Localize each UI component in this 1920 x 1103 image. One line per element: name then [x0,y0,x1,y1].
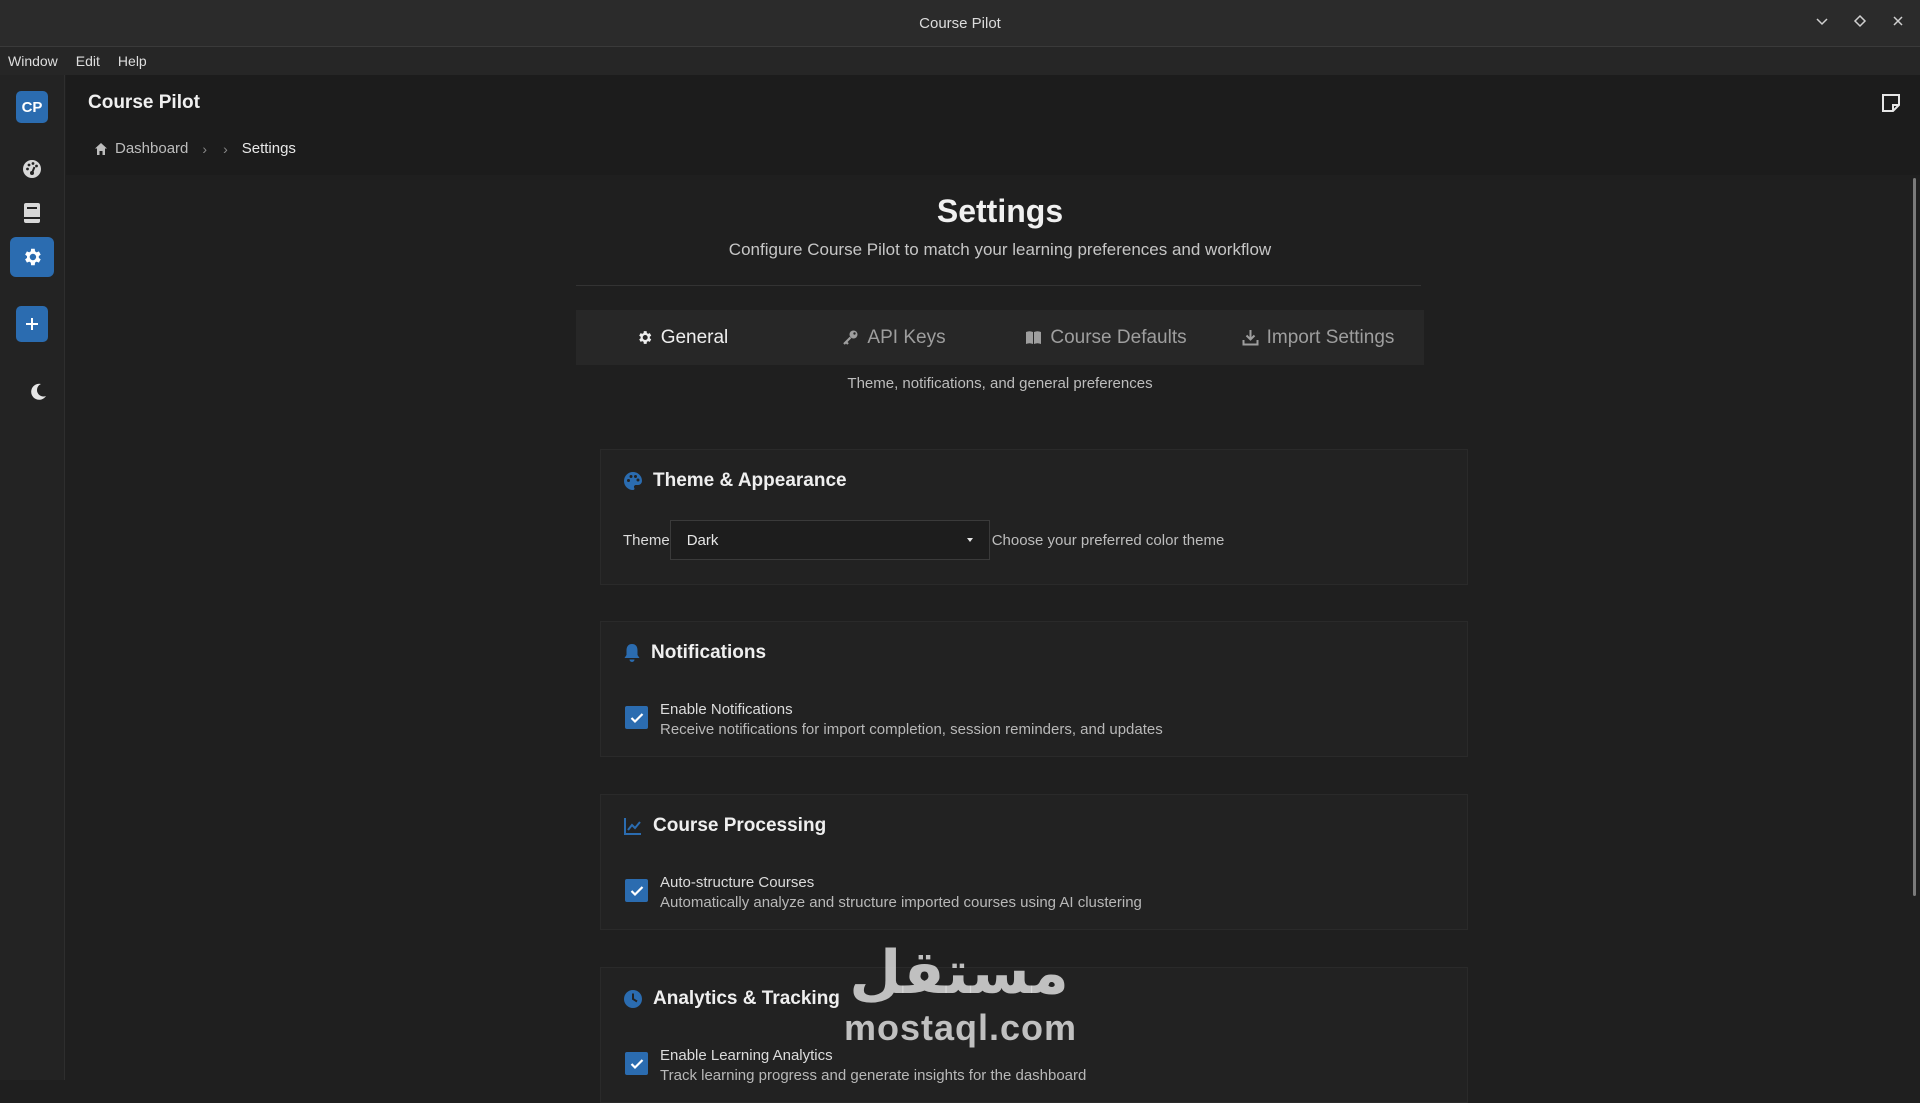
section-title: Analytics & Tracking [653,988,840,1009]
book-icon [24,203,40,223]
tab-label: Course Defaults [1050,326,1187,348]
header-title: Course Pilot [88,92,200,113]
theme-select-value: Dark [686,531,719,549]
check-icon [630,1058,643,1069]
page-title: Settings [936,193,1064,229]
book-open-icon [1026,331,1042,344]
auto-structure-checkbox[interactable] [625,879,648,902]
option-label: Auto-structure Courses [660,874,815,891]
window-titlebar: Course Pilot [0,0,1920,47]
option-description: Track learning progress and generate ins… [660,1067,1087,1084]
maximize-icon[interactable] [1852,14,1868,32]
gear-icon [638,331,651,344]
moon-icon [31,383,46,400]
tab-label: API Keys [867,326,946,348]
analytics-option: Enable Learning Analytics Track learning… [625,1046,1086,1086]
app-logo[interactable]: CP [16,91,48,123]
page-header: Course Pilot Dashboard › › Settings [66,75,1920,175]
section-header: Theme & Appearance [623,470,847,492]
tab-label: General [660,326,729,348]
minimize-icon[interactable] [1814,14,1830,32]
theme-row: Theme Dark Choose your preferred color t… [623,520,1224,560]
tab-api-keys[interactable]: API Keys [788,310,1000,365]
chevron-right-icon: › [202,140,208,157]
sidebar: CP [0,75,65,1080]
window-controls [1814,0,1906,46]
plus-icon [26,318,38,330]
download-icon [1242,330,1259,346]
menu-help[interactable]: Help [118,53,147,69]
menu-window[interactable]: Window [8,53,58,69]
theme-select[interactable]: Dark [669,520,990,560]
section-notifications: Notifications Enable Notifications Recei… [600,621,1468,757]
theme-label: Theme [623,531,670,549]
theme-toggle-button[interactable] [16,372,60,412]
watermark-arabic: مستقل [849,938,1069,1008]
section-title: Notifications [651,642,767,663]
check-icon [630,712,643,723]
check-icon [630,885,643,896]
palette-icon [624,472,642,490]
section-title: Theme & Appearance [653,470,847,491]
tab-label: Import Settings [1266,326,1395,348]
notifications-option: Enable Notifications Receive notificatio… [625,700,1163,740]
line-chart-icon [624,818,641,835]
sidebar-item-courses[interactable] [10,193,54,233]
breadcrumb-dashboard[interactable]: Dashboard [115,140,188,157]
sidebar-item-dashboard[interactable] [10,149,54,189]
tab-course-defaults[interactable]: Course Defaults [1000,310,1212,365]
enable-analytics-checkbox[interactable] [625,1052,648,1075]
notes-icon[interactable] [1880,92,1902,119]
key-icon [843,330,858,345]
scrollbar-thumb[interactable] [1913,178,1916,896]
settings-tabs: General API Keys Course Defaults Import … [576,310,1424,365]
menu-bar: Window Edit Help [0,47,1920,75]
option-label: Enable Learning Analytics [660,1047,833,1064]
caret-down-icon [966,538,973,542]
page-subtitle: Configure Course Pilot to match your lea… [728,240,1272,259]
section-header: Analytics & Tracking [623,988,840,1010]
gear-icon [25,248,41,266]
divider [576,285,1421,286]
tab-description: Theme, notifications, and general prefer… [847,375,1153,392]
window-title: Course Pilot [919,14,1001,32]
tab-import-settings[interactable]: Import Settings [1212,310,1424,365]
option-description: Receive notifications for import complet… [660,721,1163,738]
clock-icon [624,990,642,1008]
option-description: Automatically analyze and structure impo… [660,894,1142,911]
watermark-latin: mostaql.com [844,1007,1078,1048]
processing-option: Auto-structure Courses Automatically ana… [625,873,1142,913]
section-header: Course Processing [623,815,826,837]
enable-notifications-checkbox[interactable] [625,706,648,729]
chevron-right-icon: › [223,140,228,157]
option-label: Enable Notifications [660,701,793,718]
add-course-button[interactable] [16,306,48,342]
breadcrumb: Dashboard › › Settings [94,140,296,157]
dashboard-icon [23,160,41,178]
menu-edit[interactable]: Edit [76,53,100,69]
home-icon [95,142,107,155]
watermark: مستقل mostaql.com [844,938,1078,1048]
section-course-processing: Course Processing Auto-structure Courses… [600,794,1468,930]
theme-hint: Choose your preferred color theme [991,531,1225,549]
section-header: Notifications [623,642,766,664]
section-title: Course Processing [653,815,827,836]
sidebar-item-settings[interactable] [10,237,54,277]
close-icon[interactable] [1890,14,1906,32]
tab-general[interactable]: General [576,310,788,365]
bell-icon [624,644,640,662]
section-theme: Theme & Appearance Theme Dark Choose you… [600,449,1468,585]
breadcrumb-settings: Settings [241,140,296,157]
